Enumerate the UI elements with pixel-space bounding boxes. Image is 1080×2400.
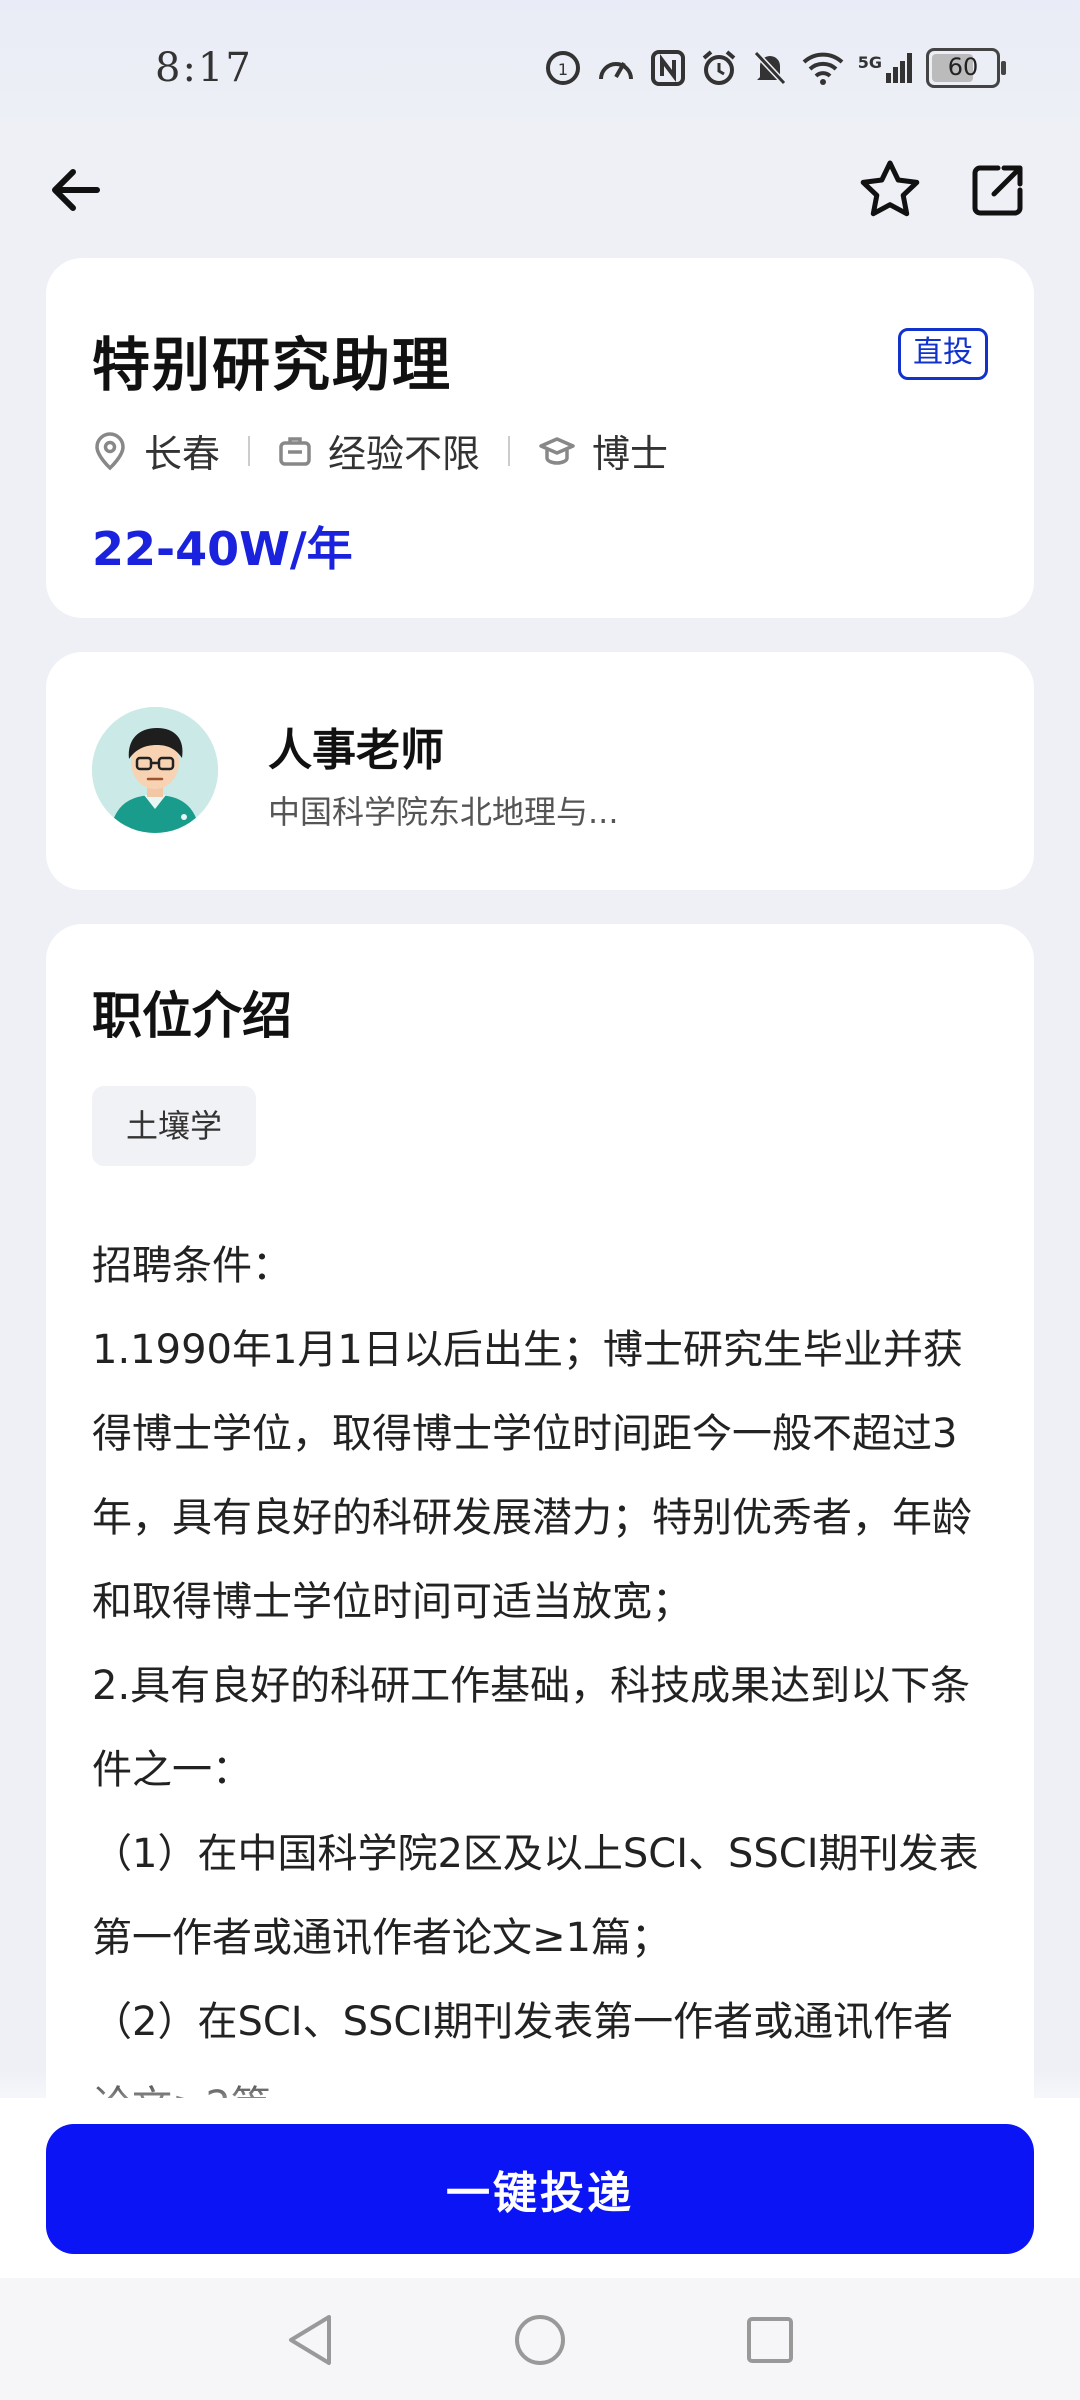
battery-level: 60: [947, 53, 979, 81]
share-button[interactable]: [948, 140, 1048, 240]
apply-button[interactable]: 一键投递: [46, 2124, 1034, 2254]
job-meta-row: 长春 经验不限 博士: [92, 423, 668, 478]
favorite-button[interactable]: [840, 140, 940, 240]
star-icon: [860, 160, 920, 217]
job-description-card: 职位介绍 土壤学 招聘条件： 1.1990年1月1日以后出生；博士研究生毕业并获…: [46, 924, 1034, 2224]
description-line: （1）在中国科学院2区及以上SCI、SSCI期刊发表第一作者或通讯作者论文≥1篇…: [92, 1831, 979, 1961]
description-line: 招聘条件：: [92, 1243, 292, 1289]
avatar: [92, 707, 218, 833]
job-salary: 22-40W/年: [92, 522, 353, 576]
status-bar: 8:17 1 5G 60: [0, 0, 1080, 140]
location-pin-icon: [95, 431, 125, 470]
briefcase-icon: [279, 436, 311, 466]
recruiter-card[interactable]: 人事老师 中国科学院东北地理与...: [46, 652, 1034, 890]
mute-icon: [753, 50, 786, 86]
wifi-icon: [802, 52, 844, 85]
status-icons: 1 5G 60: [544, 48, 1006, 88]
svg-text:1: 1: [558, 60, 568, 79]
section-title: 职位介绍: [92, 987, 292, 1045]
nav-home-button[interactable]: [510, 2310, 570, 2370]
top-bar: [0, 140, 1080, 260]
job-experience-text: 经验不限: [328, 432, 481, 476]
meta-divider: [508, 435, 511, 466]
description-line: 2.具有良好的科研工作基础，科技成果达到以下条件之一：: [92, 1663, 971, 1793]
job-summary-card: 特别研究助理 直投 长春 经验不限 博士 22-40W/年: [46, 258, 1034, 618]
speedometer-icon: [598, 62, 633, 80]
subject-tag: 土壤学: [92, 1086, 257, 1166]
recruiter-name: 人事老师: [268, 725, 444, 776]
data-saver-icon: 1: [545, 51, 580, 85]
bottom-action-bar: 一键投递: [0, 2098, 1080, 2278]
job-location: 长春: [92, 423, 220, 478]
arrow-left-icon: [52, 169, 100, 211]
job-title: 特别研究助理: [92, 331, 453, 399]
status-time: 8:17: [155, 45, 253, 91]
triangle-back-icon: [289, 2315, 331, 2365]
description-text: 招聘条件： 1.1990年1月1日以后出生；博士研究生毕业并获得博士学位，取得博…: [92, 1224, 992, 2148]
square-recents-icon: [747, 2317, 793, 2363]
network-type: 5G: [857, 53, 882, 72]
job-experience: 经验不限: [278, 423, 480, 478]
description-line: 1.1990年1月1日以后出生；博士研究生毕业并获得博士学位，取得博士学位时间距…: [92, 1327, 972, 1625]
direct-apply-badge: 直投: [898, 328, 988, 380]
alarm-icon: [702, 50, 736, 85]
nav-back-button[interactable]: [280, 2310, 340, 2370]
share-icon: [972, 165, 1023, 216]
nav-recents-button[interactable]: [740, 2310, 800, 2370]
job-education-text: 博士: [592, 432, 669, 476]
system-nav-bar: [0, 2278, 1080, 2400]
job-education: 博士: [538, 423, 668, 478]
battery-icon: 60: [926, 48, 1006, 88]
job-location-text: 长春: [144, 432, 221, 476]
recruiter-organization: 中国科学院东北地理与...: [268, 793, 619, 831]
graduation-cap-icon: [539, 436, 575, 465]
cellular-signal-icon: 5G: [858, 53, 912, 83]
meta-divider: [248, 435, 251, 466]
nfc-icon: [650, 50, 685, 86]
circle-home-icon: [515, 2315, 565, 2365]
back-button[interactable]: [25, 140, 125, 240]
